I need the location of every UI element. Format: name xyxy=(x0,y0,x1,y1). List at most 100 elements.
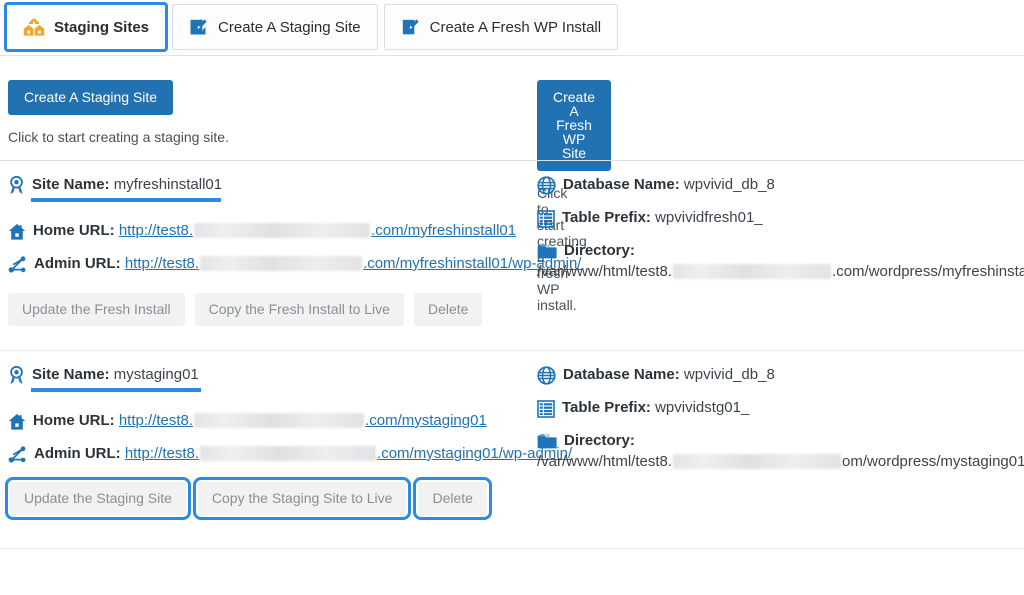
admin-url-text: Admin URL: http://test8. .com/myfreshinst… xyxy=(34,254,581,273)
directory-value: /var/www/html/test8. .com/wordpress/myfre… xyxy=(537,263,1024,280)
database-name-value: wpvivid_db_8 xyxy=(683,366,775,383)
directory-suffix: .com/wordpress/myfreshinstall01 xyxy=(832,263,1024,280)
table-prefix-label: Table Prefix: xyxy=(562,209,651,226)
pencil-square-icon xyxy=(189,17,209,37)
site-name-label: Site Name: xyxy=(32,366,110,383)
redacted-domain xyxy=(673,264,832,279)
site-name-underline xyxy=(31,388,201,392)
home-url-label: Home URL: xyxy=(33,412,115,429)
directory-label: Directory: xyxy=(564,242,635,259)
table-prefix-value: wpvividstg01_ xyxy=(655,399,750,416)
folder-icon xyxy=(537,241,557,260)
redacted-domain xyxy=(200,256,363,271)
delete-button[interactable]: Delete xyxy=(413,477,492,520)
site-name-value-wrap: Site Name: myfreshinstall01 xyxy=(32,175,222,194)
home-url-link[interactable]: http://test8. .com/myfreshinstall01 xyxy=(119,222,516,239)
admin-url-text: Admin URL: http://test8. .com/mystaging01… xyxy=(34,444,572,463)
site-name-value: myfreshinstall01 xyxy=(113,176,223,193)
folder-icon xyxy=(537,431,557,450)
copy-the-fresh-install-to-live-button[interactable]: Copy the Fresh Install to Live xyxy=(194,293,404,326)
database-name-text: Database Name: wpvivid_db_8 xyxy=(563,175,775,194)
ribbon-award-icon xyxy=(8,365,25,385)
site-name-value-wrap: Site Name: mystaging01 xyxy=(32,365,199,384)
database-name-text: Database Name: wpvivid_db_8 xyxy=(563,365,775,384)
home-url-text: Home URL: http://test8. .com/myfreshinsta… xyxy=(33,221,516,240)
redacted-domain xyxy=(200,446,377,461)
home-url-prefix: http://test8. xyxy=(118,412,194,429)
tab-staging-sites[interactable]: Staging Sites xyxy=(3,2,169,55)
admin-url-link[interactable]: http://test8. .com/myfreshinstall01/wp-ad… xyxy=(125,255,582,272)
tab-label: Create A Fresh WP Install xyxy=(429,18,602,36)
database-name-label: Database Name: xyxy=(563,366,680,383)
ribbon-award-icon xyxy=(8,175,25,195)
admin-url-prefix: http://test8. xyxy=(124,445,200,462)
tab-bar: Staging Sites Create A Staging Site Crea xyxy=(0,0,1024,56)
update-the-staging-site-button[interactable]: Update the Staging Site xyxy=(5,477,191,520)
home-icon xyxy=(8,221,26,241)
table-prefix-text: Table Prefix: wpvividstg01_ xyxy=(562,398,749,417)
update-the-fresh-install-button[interactable]: Update the Fresh Install xyxy=(8,293,185,326)
table-prefix-value: wpvividfresh01_ xyxy=(655,209,763,226)
site-entry-right-column: Database Name: wpvivid_db_8 Table Prefix… xyxy=(537,175,1024,280)
directory-prefix: /var/www/html/test8. xyxy=(537,263,673,280)
globe-icon xyxy=(537,175,556,195)
tab-label: Create A Staging Site xyxy=(218,18,361,36)
delete-button[interactable]: Delete xyxy=(413,293,483,326)
create-actions-strip: Create A Staging Site Click to start cre… xyxy=(0,56,1024,313)
directory-suffix: om/wordpress/mystaging01 xyxy=(842,453,1024,470)
table-grid-icon xyxy=(537,398,555,418)
tab-create-a-staging-site[interactable]: Create A Staging Site xyxy=(172,4,378,50)
admin-url-label: Admin URL: xyxy=(34,445,121,462)
pencil-square-icon xyxy=(401,17,421,37)
site-name-underline xyxy=(31,198,221,202)
tab-label: Staging Sites xyxy=(54,18,150,36)
admin-url-prefix: http://test8. xyxy=(124,255,200,272)
globe-icon xyxy=(537,365,556,385)
site-name-value: mystaging01 xyxy=(113,366,199,383)
database-name-label: Database Name: xyxy=(563,176,680,193)
directory-label: Directory: xyxy=(564,432,635,449)
table-prefix-label: Table Prefix: xyxy=(562,399,651,416)
redacted-domain xyxy=(194,413,365,428)
home-url-prefix: http://test8. xyxy=(118,222,194,239)
redacted-domain xyxy=(194,223,371,238)
directory-row: Directory: /var/www/html/test8. .com/word… xyxy=(537,241,1024,280)
site-entry: Site Name: mystaging01 Home URL: http://… xyxy=(0,351,1024,549)
directory-prefix: /var/www/html/test8. xyxy=(537,453,673,470)
database-name-value: wpvivid_db_8 xyxy=(683,176,775,193)
tab-create-a-fresh-wp-install[interactable]: Create A Fresh WP Install xyxy=(383,4,619,50)
site-name-row: Site Name: myfreshinstall01 xyxy=(8,175,222,202)
table-prefix-row: Table Prefix: wpvividfresh01_ xyxy=(537,208,1024,228)
admin-url-link[interactable]: http://test8. .com/mystaging01/wp-admin/ xyxy=(125,445,572,462)
houses-icon xyxy=(23,17,45,37)
site-entry-button-row: Update the Staging Site Copy the Staging… xyxy=(0,477,492,520)
site-name-text: Site Name: mystaging01 xyxy=(32,366,199,383)
directory-value: /var/www/html/test8. om/wordpress/mystagi… xyxy=(537,453,1024,470)
redacted-domain xyxy=(673,454,842,469)
home-url-label: Home URL: xyxy=(33,222,115,239)
site-entry-details: Site Name: mystaging01 Home URL: http://… xyxy=(0,351,1024,493)
create-a-fresh-wp-site-button[interactable]: Create A Fresh WP Site xyxy=(537,80,612,171)
home-url-suffix: .com/myfreshinstall01 xyxy=(371,222,517,239)
network-share-icon xyxy=(8,444,27,464)
site-name-label: Site Name: xyxy=(32,176,110,193)
database-name-row: Database Name: wpvivid_db_8 xyxy=(537,175,1024,195)
site-name-text: Site Name: myfreshinstall01 xyxy=(32,176,222,193)
table-prefix-text: Table Prefix: wpvividfresh01_ xyxy=(562,208,763,227)
site-entry-right-column: Database Name: wpvivid_db_8 Table Prefix… xyxy=(537,365,1024,470)
home-url-link[interactable]: http://test8. .com/mystaging01 xyxy=(119,412,487,429)
home-url-text: Home URL: http://test8. .com/mystaging01 xyxy=(33,411,487,430)
copy-the-staging-site-to-live-button[interactable]: Copy the Staging Site to Live xyxy=(192,477,412,520)
admin-url-label: Admin URL: xyxy=(34,255,121,272)
directory-row: Directory: /var/www/html/test8. om/wordpr… xyxy=(537,431,1024,470)
table-grid-icon xyxy=(537,208,555,228)
site-name-row: Site Name: mystaging01 xyxy=(8,365,201,392)
table-prefix-row: Table Prefix: wpvividstg01_ xyxy=(537,398,1024,418)
database-name-row: Database Name: wpvivid_db_8 xyxy=(537,365,1024,385)
site-entry-button-row: Update the Fresh Install Copy the Fresh … xyxy=(0,293,483,326)
network-share-icon xyxy=(8,254,27,274)
home-icon xyxy=(8,411,26,431)
site-entry-details: Site Name: myfreshinstall01 Home URL: ht… xyxy=(0,161,1024,307)
site-entry: Site Name: myfreshinstall01 Home URL: ht… xyxy=(0,161,1024,351)
home-url-suffix: .com/mystaging01 xyxy=(365,412,487,429)
